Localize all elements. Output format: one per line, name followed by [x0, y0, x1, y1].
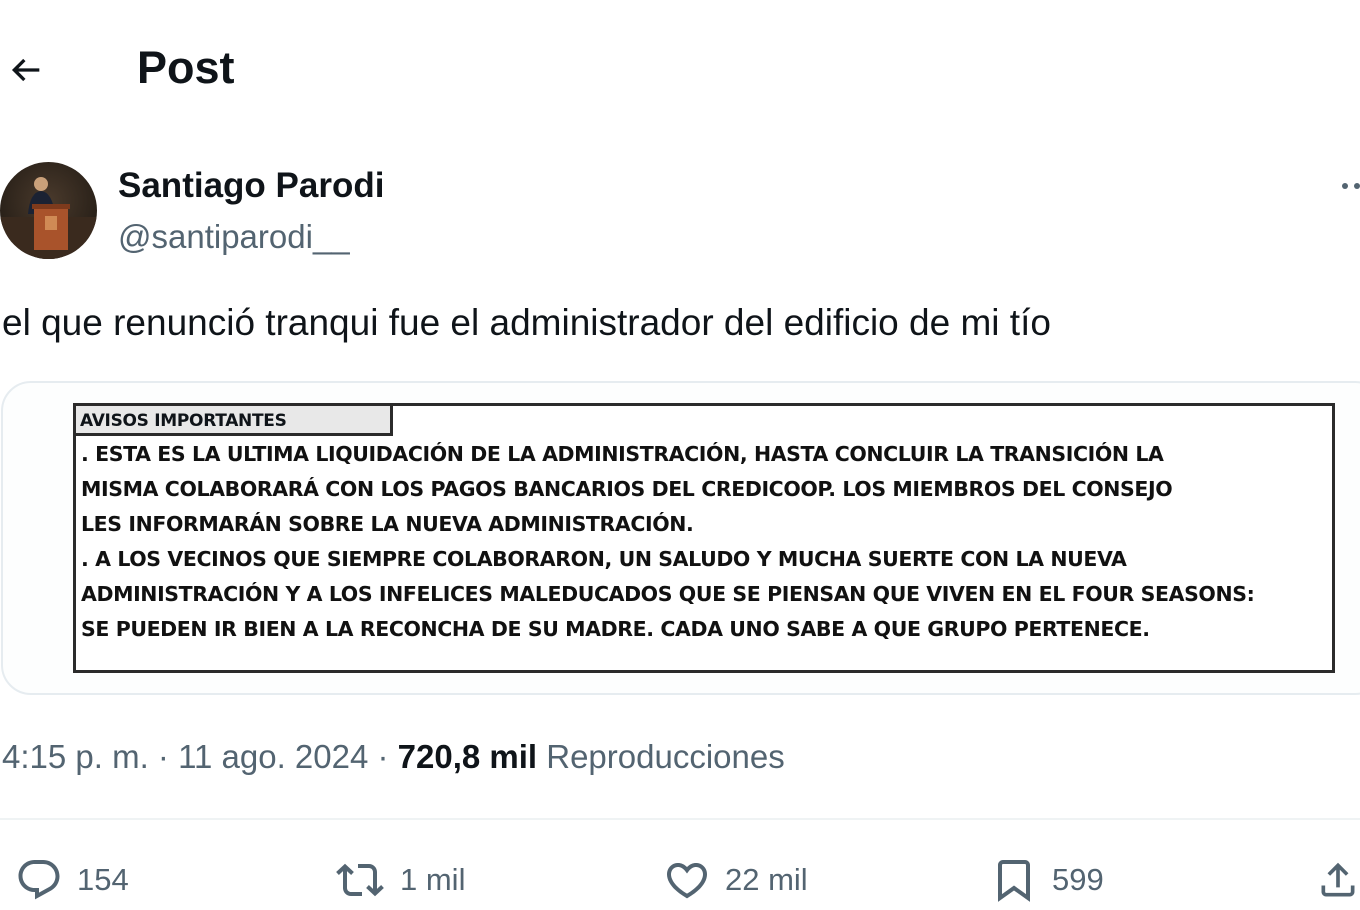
avatar[interactable] — [0, 162, 97, 259]
retweet-count: 1 mil — [400, 862, 466, 897]
like-count: 22 mil — [725, 862, 808, 897]
notice-box: AVISOS IMPORTANTES . ESTA ES LA ULTIMA L… — [73, 403, 1335, 673]
author-name[interactable]: Santiago Parodi — [118, 164, 384, 208]
notice-line: MISMA COLABORARÁ CON LOS PAGOS BANCARIOS… — [81, 477, 1173, 501]
more-dot — [1354, 183, 1360, 189]
back-button[interactable] — [4, 48, 48, 92]
more-options-button[interactable] — [1328, 166, 1360, 206]
heart-icon — [666, 863, 708, 899]
views-count: 720,8 mil — [397, 738, 538, 775]
notice-line: LES INFORMARÁN SOBRE LA NUEVA ADMINISTRA… — [81, 512, 694, 536]
post-text: el que renunció tranqui fue el administr… — [2, 302, 1051, 343]
post-meta: 4:15 p. m. · 11 ago. 2024 · 720,8 mil Re… — [2, 736, 785, 778]
meta-separator: · — [368, 738, 398, 775]
reply-count: 154 — [77, 862, 129, 897]
views-label: Reproducciones — [546, 738, 785, 775]
notice-title: AVISOS IMPORTANTES — [76, 406, 393, 436]
notice-line: . ESTA ES LA ULTIMA LIQUIDACIÓN DE LA AD… — [81, 442, 1164, 466]
retweet-icon — [336, 863, 384, 897]
post-date[interactable]: 11 ago. 2024 — [178, 738, 368, 775]
retweet-button[interactable]: 1 mil — [334, 854, 465, 906]
more-dot — [1342, 183, 1348, 189]
notice-line: SE PUEDEN IR BIEN A LA RECONCHA DE SU MA… — [81, 617, 1150, 641]
meta-separator: · — [148, 738, 179, 775]
notice-line: ADMINISTRACIÓN Y A LOS INFELICES MALEDUC… — [81, 582, 1255, 606]
page-title: Post — [137, 42, 235, 93]
share-button[interactable] — [1316, 854, 1360, 906]
divider — [0, 818, 1360, 820]
arrow-left-icon — [11, 58, 40, 82]
like-button[interactable]: 22 mil — [663, 854, 808, 906]
author-handle[interactable]: @santiparodi__ — [118, 216, 350, 258]
bookmark-count: 599 — [1052, 862, 1104, 897]
share-icon — [1321, 862, 1355, 897]
post-time[interactable]: 4:15 p. m. — [2, 738, 149, 775]
bookmark-button[interactable]: 599 — [990, 854, 1104, 906]
bookmark-icon — [998, 860, 1030, 902]
notice-line: . A LOS VECINOS QUE SIEMPRE COLABORARON,… — [81, 547, 1127, 571]
reply-icon — [18, 860, 60, 900]
post-media[interactable]: AVISOS IMPORTANTES . ESTA ES LA ULTIMA L… — [1, 381, 1360, 695]
reply-button[interactable]: 154 — [15, 854, 129, 906]
